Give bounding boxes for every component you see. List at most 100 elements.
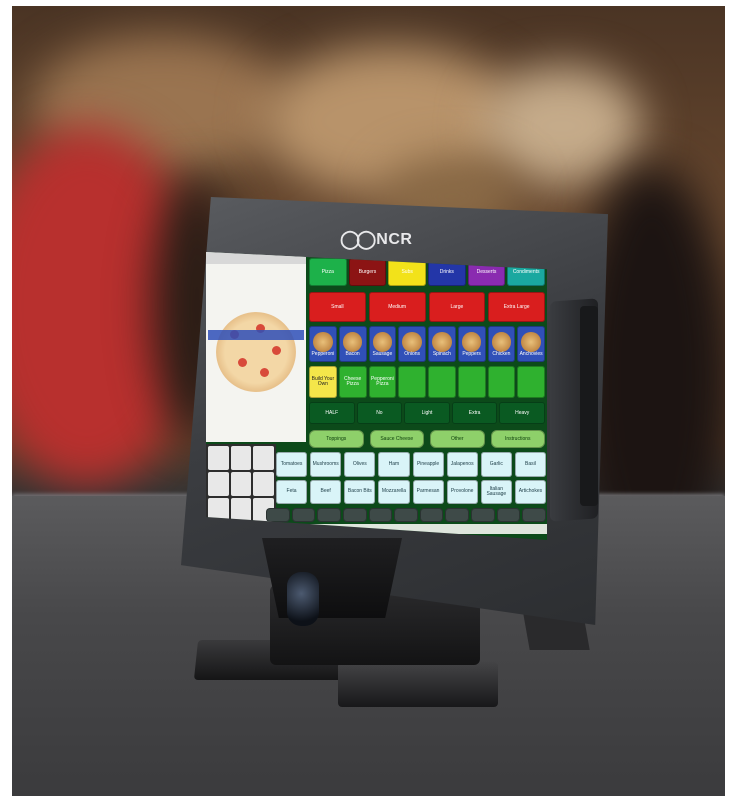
pizza-button[interactable] bbox=[487, 366, 516, 398]
selected-order-line[interactable] bbox=[208, 330, 304, 340]
size-button-label: Large bbox=[450, 303, 464, 310]
function-button[interactable] bbox=[368, 508, 393, 522]
function-button[interactable] bbox=[394, 508, 418, 522]
size-button[interactable]: Extra Large bbox=[488, 292, 545, 322]
modifier-tab-label: Sauce Cheese bbox=[380, 435, 414, 442]
topping-button[interactable]: Pepperoni bbox=[309, 326, 337, 362]
topping-button-label: Spinach bbox=[432, 350, 451, 357]
category-button-label: Condiments bbox=[512, 268, 540, 275]
pizza-button[interactable] bbox=[398, 366, 426, 398]
pizza-button[interactable]: Pepperoni Pizza bbox=[368, 366, 397, 398]
pizza-buttons: Build Your Own Cheese Pizza Pepperoni Pizz… bbox=[309, 366, 545, 398]
function-keys bbox=[266, 508, 546, 522]
pizza-button[interactable] bbox=[517, 366, 545, 398]
modifier-button[interactable]: Ham bbox=[378, 452, 410, 477]
portion-button-label: Extra bbox=[468, 409, 481, 416]
pepperoni-icon bbox=[272, 346, 281, 355]
portion-button[interactable]: Light bbox=[404, 402, 450, 424]
topping-photo-icon bbox=[521, 332, 541, 352]
size-button-label: Small bbox=[331, 303, 344, 310]
topping-button-label: Peppers bbox=[462, 350, 481, 357]
modifier-button-label: Feta bbox=[286, 488, 297, 495]
fingerprint-sensor-icon bbox=[287, 572, 319, 626]
pizza-button[interactable]: Build Your Own bbox=[309, 366, 337, 398]
topping-button[interactable]: Anchovies bbox=[517, 326, 545, 362]
pizza-button[interactable] bbox=[428, 366, 456, 398]
keypad-button[interactable] bbox=[208, 446, 229, 470]
keypad-button[interactable] bbox=[253, 446, 274, 470]
function-button[interactable] bbox=[471, 508, 495, 522]
pepperoni-icon bbox=[238, 358, 247, 367]
function-button[interactable] bbox=[445, 508, 470, 522]
modifier-button-label: Mozzarella bbox=[381, 488, 407, 495]
category-button[interactable]: Burgers bbox=[348, 258, 387, 286]
portion-button[interactable]: No bbox=[356, 402, 403, 424]
modifier-button[interactable]: Mushrooms bbox=[310, 452, 342, 477]
modifier-button-label: Artichokes bbox=[518, 488, 543, 495]
modifier-button[interactable]: Jalapenos bbox=[446, 452, 478, 477]
function-button[interactable] bbox=[342, 508, 367, 522]
size-button[interactable]: Medium bbox=[368, 292, 426, 322]
modifier-tabs: Toppings Sauce Cheese Other Instructions bbox=[309, 430, 545, 448]
topping-button[interactable]: Bacon bbox=[338, 326, 367, 362]
portion-button-label: Heavy bbox=[515, 409, 530, 416]
modifier-tab[interactable]: Sauce Cheese bbox=[369, 430, 424, 448]
portion-button[interactable]: Heavy bbox=[499, 402, 545, 424]
topping-button[interactable]: Peppers bbox=[457, 326, 486, 362]
topping-button[interactable]: Chicken bbox=[487, 326, 516, 362]
modifier-button[interactable]: Provolone bbox=[446, 479, 478, 504]
modifier-button[interactable]: Bacon Bits bbox=[344, 479, 376, 504]
topping-photo-icon bbox=[491, 332, 512, 352]
keypad-button[interactable] bbox=[230, 472, 252, 496]
modifier-button[interactable]: Mozzarella bbox=[378, 479, 410, 504]
modifier-button-label: Garlic bbox=[489, 460, 503, 467]
function-button[interactable] bbox=[496, 508, 521, 522]
pizza-button[interactable]: Cheese Pizza bbox=[338, 366, 367, 398]
fingerprint-reader-housing bbox=[262, 538, 402, 618]
function-button[interactable] bbox=[419, 508, 444, 522]
keypad-button[interactable] bbox=[230, 498, 252, 522]
modifier-button[interactable]: Pineapple bbox=[412, 452, 444, 477]
portion-button[interactable]: Extra bbox=[451, 402, 498, 424]
keypad-button[interactable] bbox=[230, 446, 252, 470]
pepperoni-icon bbox=[260, 368, 269, 377]
size-button[interactable]: Large bbox=[428, 292, 486, 322]
topping-button[interactable]: Sausage bbox=[368, 326, 397, 362]
modifier-button[interactable]: Italian Sausage bbox=[480, 479, 512, 504]
modifier-tab[interactable]: Toppings bbox=[309, 430, 364, 448]
modifier-tab[interactable]: Instructions bbox=[490, 430, 545, 448]
modifier-button[interactable]: Artichokes bbox=[514, 479, 546, 504]
modifier-button[interactable]: Basil bbox=[514, 452, 546, 477]
pizza-button[interactable] bbox=[457, 366, 486, 398]
category-button[interactable]: Pizza bbox=[309, 258, 347, 286]
topping-button[interactable]: Spinach bbox=[428, 326, 456, 362]
portion-button[interactable]: HALF bbox=[309, 402, 355, 424]
category-button-label: Burgers bbox=[358, 268, 377, 275]
topping-photo-icon bbox=[313, 332, 333, 352]
pizza-button-label: Cheese Pizza bbox=[344, 376, 362, 387]
keypad-button[interactable] bbox=[208, 472, 229, 496]
topping-button[interactable]: Onions bbox=[398, 326, 426, 362]
function-button[interactable] bbox=[522, 508, 546, 522]
topping-photo-icon bbox=[432, 332, 452, 352]
modifier-button[interactable]: Beef bbox=[310, 479, 342, 504]
topping-photo-icon bbox=[342, 332, 363, 352]
function-button[interactable] bbox=[266, 508, 290, 522]
modifier-button[interactable]: Tomatoes bbox=[276, 452, 308, 477]
modifier-button-label: Provolone bbox=[450, 488, 474, 495]
topping-button-label: Onions bbox=[404, 350, 421, 357]
modifier-button[interactable]: Garlic bbox=[480, 452, 512, 477]
modifier-button[interactable]: Olives bbox=[344, 452, 376, 477]
modifier-button[interactable]: Parmesan bbox=[412, 479, 444, 504]
category-button-label: Subs bbox=[401, 268, 413, 275]
function-button[interactable] bbox=[291, 508, 316, 522]
category-button-label: Pizza bbox=[321, 268, 334, 275]
modifier-tab[interactable]: Other bbox=[430, 430, 485, 448]
size-button[interactable]: Small bbox=[309, 292, 366, 322]
function-button[interactable] bbox=[317, 508, 341, 522]
modifier-button-label: Beef bbox=[320, 488, 331, 495]
background-blur bbox=[482, 66, 642, 186]
monitor-base-right bbox=[338, 662, 498, 707]
keypad-button[interactable] bbox=[253, 472, 274, 496]
modifier-button[interactable]: Feta bbox=[276, 479, 308, 504]
